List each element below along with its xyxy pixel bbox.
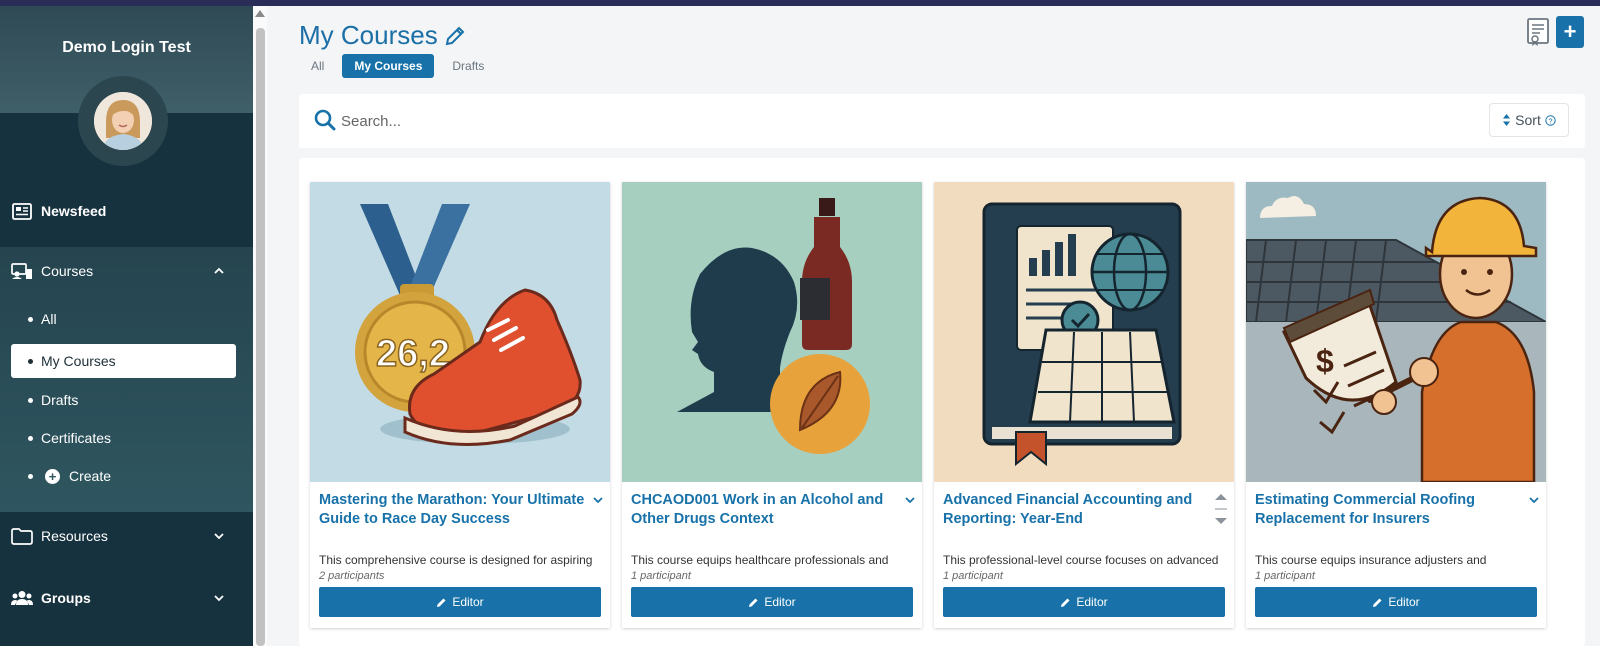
alcohol-drugs-image[interactable] <box>622 182 922 482</box>
course-card[interactable]: 26,2 Mastering the Marathon: Your Ultima… <box>310 182 610 628</box>
scroll-up-arrow-icon[interactable] <box>255 10 265 17</box>
chevron-down-icon[interactable] <box>213 530 225 542</box>
users-icon <box>11 589 33 607</box>
course-description: This professional-level course focuses o… <box>943 553 1219 567</box>
course-card[interactable]: Advanced Financial Accounting and Report… <box>934 182 1234 628</box>
participant-count: 2 participants <box>319 570 385 582</box>
sidebar-item-my-courses[interactable]: My Courses <box>11 344 236 378</box>
page-title: My Courses <box>299 20 438 50</box>
editor-button[interactable]: Editor <box>631 587 913 617</box>
pencil-icon <box>1061 598 1070 607</box>
nav-groups[interactable]: Groups <box>0 583 253 613</box>
course-card[interactable]: $ Estimating Commercial Roofing Replacem… <box>1246 182 1546 628</box>
participant-count: 1 participant <box>943 570 1003 582</box>
svg-text:$: $ <box>1316 343 1334 379</box>
newspaper-icon <box>11 202 33 220</box>
sidebar-item-drafts-label: Drafts <box>41 392 79 408</box>
course-description: This course equips healthcare profession… <box>631 553 889 567</box>
tab-all[interactable]: All <box>299 54 336 78</box>
plus-circle-icon: + <box>45 468 60 484</box>
sidebar: Demo Login Test Newsfeed Courses All My … <box>0 6 253 646</box>
pencil-icon[interactable] <box>443 24 467 48</box>
accounting-image[interactable] <box>934 182 1234 482</box>
svg-text:26,2: 26,2 <box>376 333 450 375</box>
add-course-button[interactable]: + <box>1556 16 1584 48</box>
course-title[interactable]: Estimating Commercial Roofing Replacemen… <box>1255 491 1525 529</box>
svg-text:?: ? <box>1548 116 1552 125</box>
sidebar-item-create[interactable]: + Create <box>11 459 236 493</box>
course-description: This comprehensive course is designed fo… <box>319 553 593 567</box>
avatar-ring[interactable] <box>78 76 168 166</box>
marathon-image[interactable]: 26,2 <box>310 182 610 482</box>
editor-label: Editor <box>1076 595 1108 609</box>
course-title[interactable]: Advanced Financial Accounting and Report… <box>943 491 1213 529</box>
search-bar: Sort ? <box>299 94 1585 148</box>
user-name: Demo Login Test <box>62 39 191 56</box>
sidebar-item-certificates[interactable]: Certificates <box>11 421 236 455</box>
help-icon[interactable]: ? <box>1545 114 1556 126</box>
sidebar-scrollbar[interactable] <box>253 6 267 646</box>
editor-label: Editor <box>1388 595 1420 609</box>
course-title[interactable]: Mastering the Marathon: Your Ultimate Gu… <box>319 491 589 529</box>
editor-label: Editor <box>452 595 484 609</box>
course-description: This course equips insurance adjusters a… <box>1255 553 1487 567</box>
scroll-thumb[interactable] <box>256 28 265 646</box>
folder-icon <box>11 527 33 545</box>
tab-my-courses[interactable]: My Courses <box>342 54 435 78</box>
courses-grid: 26,2 Mastering the Marathon: Your Ultima… <box>299 158 1585 646</box>
nav-groups-label: Groups <box>41 590 91 606</box>
sidebar-item-drafts[interactable]: Drafts <box>11 383 236 417</box>
participant-count: 1 participant <box>1255 570 1315 582</box>
editor-label: Editor <box>764 595 796 609</box>
pencil-icon <box>749 598 758 607</box>
editor-button[interactable]: Editor <box>319 587 601 617</box>
main-content: My Courses All My Courses Drafts + Searc… <box>267 6 1600 646</box>
nav-resources[interactable]: Resources <box>0 521 253 551</box>
search-input[interactable] <box>341 108 1241 134</box>
nav-newsfeed[interactable]: Newsfeed <box>0 196 253 226</box>
nav-newsfeed-label: Newsfeed <box>41 203 107 219</box>
chevron-down-icon[interactable] <box>1528 494 1540 506</box>
chevron-down-icon[interactable] <box>213 592 225 604</box>
reorder-arrows-icon[interactable] <box>1214 492 1228 526</box>
sidebar-item-certificates-label: Certificates <box>41 430 112 446</box>
top-actions: + <box>1524 16 1584 48</box>
chevron-down-icon[interactable] <box>904 494 916 506</box>
participant-count: 1 participant <box>631 570 691 582</box>
search-icon <box>314 109 336 131</box>
course-tabs: All My Courses Drafts <box>299 54 496 78</box>
editor-button[interactable]: Editor <box>1255 587 1537 617</box>
pencil-icon <box>1373 598 1382 607</box>
nav-resources-label: Resources <box>41 528 108 544</box>
sort-icon <box>1503 114 1511 126</box>
certificate-button[interactable] <box>1524 16 1552 48</box>
chevron-up-icon[interactable] <box>213 265 225 277</box>
sort-label: Sort <box>1515 112 1541 128</box>
avatar[interactable] <box>94 92 152 150</box>
sidebar-item-my-courses-label: My Courses <box>41 353 116 369</box>
sidebar-item-create-label: Create <box>69 468 112 484</box>
editor-button[interactable]: Editor <box>943 587 1225 617</box>
sidebar-item-all[interactable]: All <box>11 302 236 336</box>
certificate-icon <box>1527 18 1549 46</box>
course-card[interactable]: CHCAOD001 Work in an Alcohol and Other D… <box>622 182 922 628</box>
roofing-image[interactable]: $ <box>1246 182 1546 482</box>
sidebar-item-all-label: All <box>41 311 57 327</box>
course-title[interactable]: CHCAOD001 Work in an Alcohol and Other D… <box>631 491 901 529</box>
nav-courses-label: Courses <box>41 263 94 279</box>
nav-courses[interactable]: Courses <box>0 256 253 286</box>
sort-button[interactable]: Sort ? <box>1489 103 1569 137</box>
tab-drafts[interactable]: Drafts <box>440 54 496 78</box>
chevron-down-icon[interactable] <box>592 494 604 506</box>
courses-icon <box>11 262 33 280</box>
pencil-icon <box>437 598 446 607</box>
